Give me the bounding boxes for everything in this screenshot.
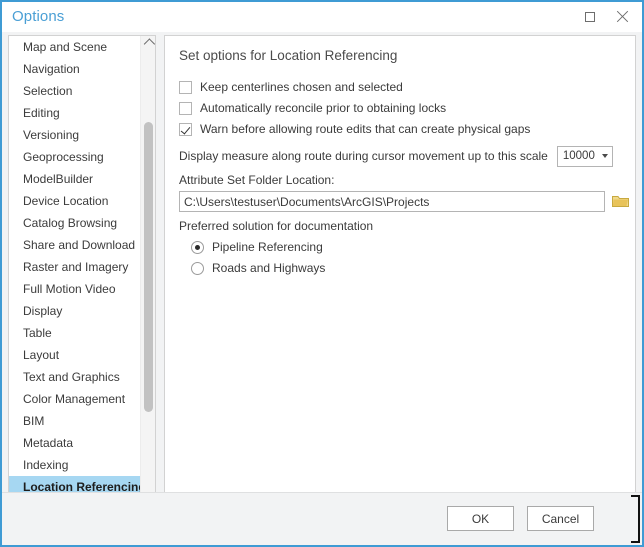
sidebar-item-selection[interactable]: Selection [9, 80, 140, 102]
scale-value: 10000 [562, 150, 595, 162]
sidebar-item-map-and-scene[interactable]: Map and Scene [9, 36, 140, 58]
scale-dropdown[interactable]: 10000 [556, 145, 613, 167]
sidebar-scrollbar[interactable] [140, 36, 155, 519]
checkbox-keep-centerlines[interactable]: Keep centerlines chosen and selected [179, 78, 403, 96]
checkbox-label: Automatically reconcile prior to obtaini… [200, 101, 447, 115]
sidebar-item-bim[interactable]: BIM [9, 410, 140, 432]
close-button[interactable] [606, 2, 639, 31]
radio-pipeline-referencing[interactable]: Pipeline Referencing [191, 238, 323, 256]
radio-label: Roads and Highways [212, 261, 326, 275]
title-bar: Options [2, 2, 642, 32]
scale-setting-row: Display measure along route during curso… [179, 144, 619, 168]
radio-roads-and-highways[interactable]: Roads and Highways [191, 259, 325, 277]
folder-field-label: Attribute Set Folder Location: [179, 173, 335, 187]
scale-label: Display measure along route during curso… [179, 149, 548, 163]
sidebar-item-versioning[interactable]: Versioning [9, 124, 140, 146]
checkbox-box[interactable] [179, 101, 192, 115]
checkbox-label: Keep centerlines chosen and selected [200, 80, 403, 94]
chevron-down-icon [598, 154, 612, 158]
maximize-icon [584, 11, 595, 22]
sidebar-item-layout[interactable]: Layout [9, 344, 140, 366]
checkbox-box[interactable] [179, 80, 192, 94]
options-panel: Set options for Location Referencing Kee… [164, 35, 636, 520]
dialog-footer: OK Cancel [2, 492, 642, 545]
sidebar-item-full-motion-video[interactable]: Full Motion Video [9, 278, 140, 300]
sidebar-item-device-location[interactable]: Device Location [9, 190, 140, 212]
cancel-button[interactable]: Cancel [527, 506, 594, 531]
sidebar-item-editing[interactable]: Editing [9, 102, 140, 124]
attribute-set-folder-input[interactable] [179, 191, 605, 212]
close-icon [616, 10, 629, 23]
sidebar-item-text-and-graphics[interactable]: Text and Graphics [9, 366, 140, 388]
checkbox-auto-reconcile[interactable]: Automatically reconcile prior to obtaini… [179, 99, 446, 117]
panel-heading: Set options for Location Referencing [179, 48, 398, 63]
window-title: Options [12, 8, 65, 25]
checkbox-box[interactable] [179, 122, 192, 136]
ok-button[interactable]: OK [447, 506, 514, 531]
sidebar-item-geoprocessing[interactable]: Geoprocessing [9, 146, 140, 168]
options-category-list: Map and Scene Navigation Selection Editing V… [8, 35, 156, 520]
edge-artifact [631, 495, 640, 543]
checkbox-warn-route-edits[interactable]: Warn before allowing route edits that ca… [179, 120, 530, 138]
radio-label: Pipeline Referencing [212, 240, 323, 254]
sidebar-item-indexing[interactable]: Indexing [9, 454, 140, 476]
category-items: Map and Scene Navigation Selection Editing V… [9, 36, 146, 498]
radio-box[interactable] [191, 261, 204, 275]
sidebar-item-raster-and-imagery[interactable]: Raster and Imagery [9, 256, 140, 278]
sidebar-item-display[interactable]: Display [9, 300, 140, 322]
checkbox-label: Warn before allowing route edits that ca… [200, 122, 531, 136]
radio-box[interactable] [191, 240, 204, 254]
scroll-up-button[interactable] [141, 36, 155, 52]
sidebar-item-metadata[interactable]: Metadata [9, 432, 140, 454]
folder-icon [611, 195, 629, 207]
sidebar-item-color-management[interactable]: Color Management [9, 388, 140, 410]
sidebar-item-share-and-download[interactable]: Share and Download [9, 234, 140, 256]
chevron-up-icon [143, 38, 155, 50]
sidebar-item-navigation[interactable]: Navigation [9, 58, 140, 80]
browse-folder-button[interactable] [610, 190, 630, 211]
sidebar-item-catalog-browsing[interactable]: Catalog Browsing [9, 212, 140, 234]
options-dialog: Options Map and Scene Navigation Selection… [0, 0, 644, 547]
dialog-body: Map and Scene Navigation Selection Editing V… [2, 32, 642, 545]
preferred-solution-label: Preferred solution for documentation [179, 219, 374, 233]
sidebar-item-table[interactable]: Table [9, 322, 140, 344]
sidebar-item-modelbuilder[interactable]: ModelBuilder [9, 168, 140, 190]
maximize-button[interactable] [573, 2, 606, 31]
scrollbar-thumb[interactable] [144, 122, 153, 412]
